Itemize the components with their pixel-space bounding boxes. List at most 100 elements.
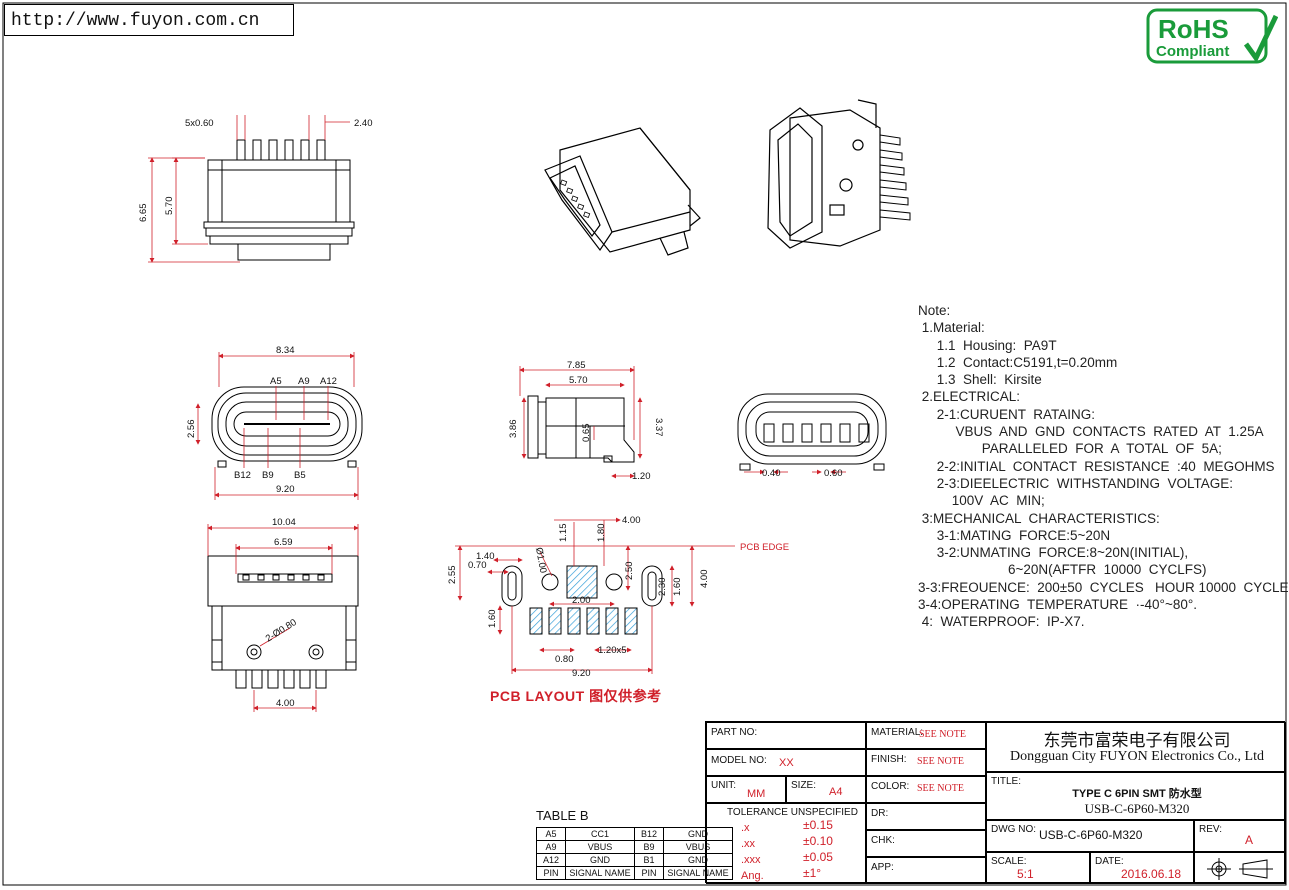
table-cell: A12: [536, 853, 566, 867]
note-line: 2-3:DIEELECTRIC WITHSTANDING VOLTAGE:: [918, 475, 1234, 491]
dim-length-inner: 5.70: [569, 375, 588, 386]
pcb-dim-15: 1.20x5: [598, 645, 627, 656]
size-value: A4: [829, 786, 843, 798]
side-view: [148, 115, 355, 263]
note-line: 100V AC MIN;: [918, 493, 1045, 509]
table-b-title: TABLE B: [536, 808, 589, 823]
drawing-title: TYPE C 6PIN SMT 防水型: [1072, 788, 1202, 800]
table-cell: PIN: [634, 866, 664, 880]
size-cell: SIZE: A4: [786, 776, 866, 803]
pcb-dim-12: 4.00: [699, 570, 710, 589]
date-cell: DATE: 2016.06.18: [1090, 852, 1194, 884]
note-line: 1.Material:: [918, 320, 985, 336]
table-cell: B1: [634, 853, 664, 867]
model-no-cell: MODEL NO: XX: [706, 749, 866, 776]
table-cell: GND: [565, 853, 635, 867]
note-line: 2.ELECTRICAL:: [918, 389, 1021, 405]
dim-span: 2.40: [354, 118, 373, 129]
note-line: VBUS AND GND CONTACTS RATED AT 1.25A: [918, 424, 1264, 440]
pin-signal-table: A5 CC1 B12 GND A9 VBUS B9 VBUS A12 GND B1 GND PIN SIG…: [536, 827, 733, 880]
dr-cell: DR:: [866, 803, 986, 830]
pin-label-b5: B5: [294, 470, 306, 481]
tolerance-value: ±0.15: [803, 818, 833, 832]
company-name-cn: 东莞市富荣电子有限公司: [1043, 731, 1231, 750]
pcb-dim-7: Ø1.00: [533, 547, 548, 574]
dim-width-inner: 6.59: [274, 537, 293, 548]
pcb-dim-13: 1.60: [487, 610, 498, 629]
dim-height-right: 3.37: [653, 418, 664, 437]
finish-value: SEE NOTE: [917, 756, 964, 767]
side-pins: [236, 139, 326, 161]
table-cell: PIN: [536, 866, 566, 880]
material-value: SEE NOTE: [919, 729, 966, 740]
dwg-no-cell: DWG NO: USB-C-6P60-M320: [986, 820, 1194, 852]
tolerance-value: ±0.10: [803, 834, 833, 848]
dim-width-outer: 10.04: [272, 517, 296, 528]
table-cell: SIGNAL NAME: [565, 866, 635, 880]
note-line: 2-1:CURUENT RATAING:: [918, 406, 1096, 422]
first-angle-projection-icon: [1207, 858, 1273, 880]
dim-height-total: 6.65: [138, 204, 149, 223]
pcb-edge-label: PCB EDGE: [740, 542, 789, 553]
tolerance-key: Ang.: [741, 870, 764, 882]
notes-block: Note: 1.Material: 1.1 Housing: PA9T 1.2 …: [918, 302, 1289, 631]
pcb-layout: [455, 517, 735, 674]
dim-pin-gap: 0.60: [824, 468, 843, 479]
pcb-dim-2: 0.70: [468, 560, 487, 571]
pcb-dim-14: 0.80: [555, 654, 574, 665]
title-block: PART NO: MODEL NO: XX UNIT: MM SIZE: A4 …: [705, 721, 1286, 884]
chk-cell: CHK:: [866, 830, 986, 857]
note-line: 1.1 Housing: PA9T: [918, 337, 1057, 353]
tolerance-cell: TOLERANCE UNSPECIFIED .x ±0.15 .xx ±0.10 .xx…: [706, 803, 866, 884]
pcb-dim-5: 1.80: [596, 524, 607, 543]
dim-width-bottom: 9.20: [276, 484, 295, 495]
note-line: 4: WATERPROOF: IP-X7.: [918, 614, 1085, 630]
dim-pitch: 5x0.60: [185, 118, 214, 129]
note-line: 3-2:UNMATING FORCE:8~20N(INITIAL),: [918, 545, 1189, 561]
note-line: 6~20N(AFTFR 10000 CYCLFS): [918, 562, 1207, 578]
iso-view-rear: [767, 99, 911, 249]
note-line: 3-1:MATING FORCE:5~20N: [918, 527, 1111, 543]
dim-height-body: 5.70: [164, 197, 175, 216]
table-cell: A5: [536, 827, 566, 841]
part-no-cell: PART NO:: [706, 722, 866, 749]
bottom-view: [207, 524, 359, 712]
dim-front-height: 2.56: [186, 420, 197, 439]
table-cell: B12: [634, 827, 664, 841]
table-cell: B9: [634, 840, 664, 854]
pin-label-a5: A5: [270, 376, 282, 387]
title-cell: TITLE: TYPE C 6PIN SMT 防水型 USB-C-6P60-M3…: [986, 772, 1286, 820]
scale-value: 5:1: [1017, 867, 1034, 881]
dim-hole-pitch: 4.00: [276, 698, 295, 709]
tolerance-key: .xxx: [741, 854, 761, 866]
tolerance-value: ±0.05: [803, 850, 833, 864]
pcb-dim-3: 2.55: [447, 566, 458, 585]
unit-value: MM: [747, 788, 766, 800]
note-line: Note:: [918, 303, 951, 318]
drawing-sheet: http://www.fuyon.com.cn RoHS Compliant 5…: [0, 0, 1289, 888]
color-value: SEE NOTE: [917, 783, 964, 794]
note-line: 1.2 Contact:C5191,t=0.20mm: [918, 354, 1118, 370]
table-row: A12 GND B1 GND: [536, 853, 733, 867]
pcb-layout-caption: PCB LAYOUT 图仅供参考: [490, 688, 662, 704]
dim-pin-width: 0.40: [762, 468, 781, 479]
dim-width-top: 8.34: [276, 345, 295, 356]
dim-height-left: 3.86: [508, 420, 519, 439]
dim-pin-thickness: 0.65: [581, 424, 592, 443]
pcb-dim-4: 1.15: [558, 524, 569, 543]
pcb-dim-8: 2.50: [624, 562, 635, 581]
date-value: 2016.06.18: [1121, 867, 1182, 881]
tolerance-key: .xx: [741, 838, 756, 850]
scale-cell: SCALE: 5:1: [986, 852, 1090, 884]
table-row: PIN SIGNAL NAME PIN SIGNAL NAME: [536, 866, 733, 880]
table-cell: A9: [536, 840, 566, 854]
rev-value: A: [1245, 833, 1254, 847]
app-cell: APP:: [866, 857, 986, 884]
pin-label-b12: B12: [234, 470, 251, 481]
projection-cell: [1194, 852, 1286, 884]
color-cell: COLOR: SEE NOTE: [866, 776, 986, 803]
tolerance-label: TOLERANCE UNSPECIFIED: [727, 807, 858, 818]
note-line: 3-3:FREOUENCE: 200±50 CYCLES HOUR 10000 …: [918, 579, 1289, 595]
company-cell: 东莞市富荣电子有限公司 Dongguan City FUYON Electron…: [986, 722, 1286, 772]
table-cell: VBUS: [565, 840, 635, 854]
